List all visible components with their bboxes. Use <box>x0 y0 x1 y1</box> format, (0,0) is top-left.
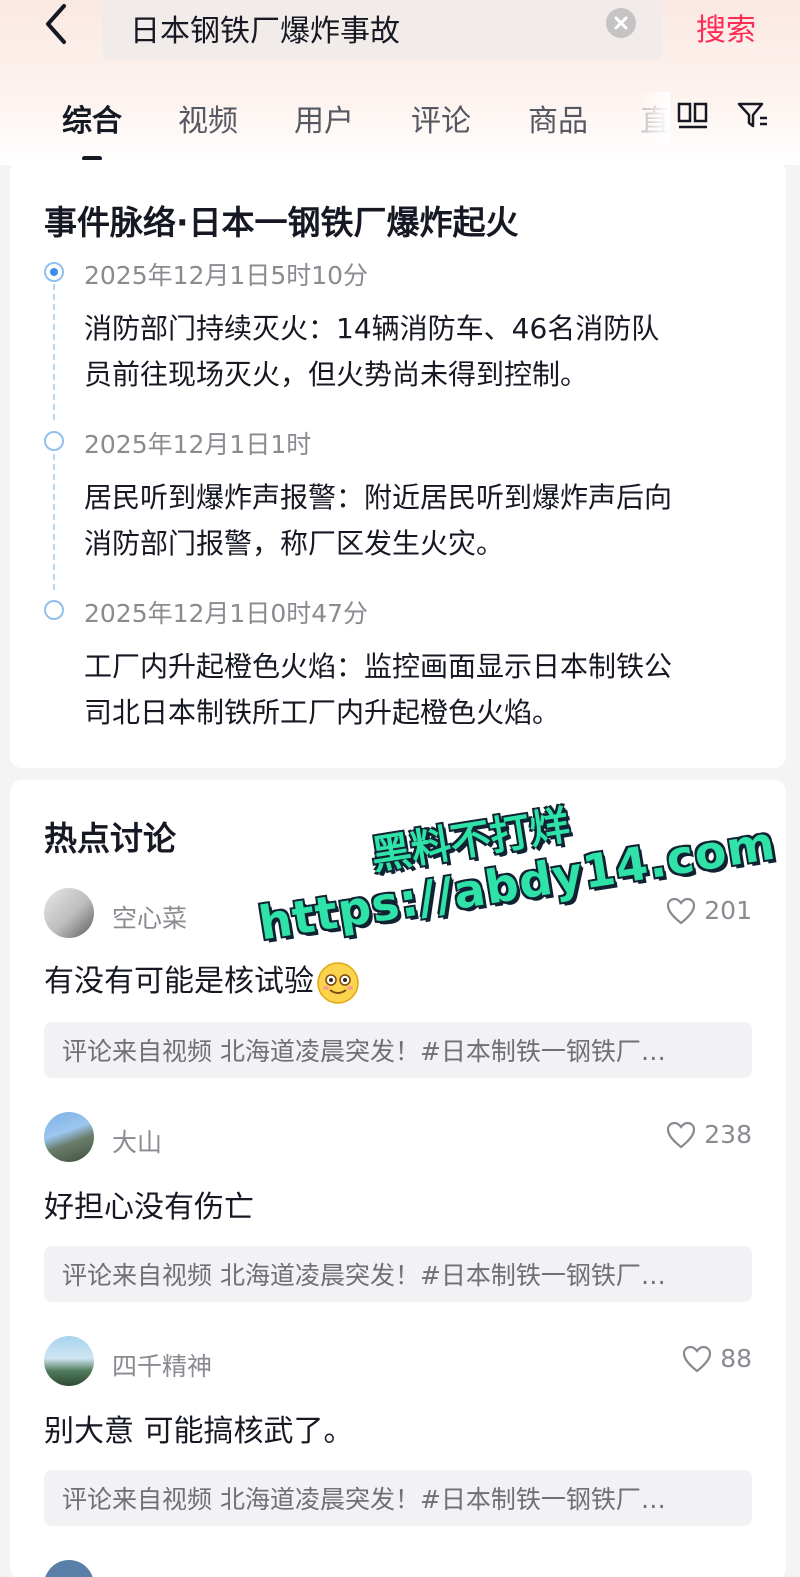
avatar[interactable] <box>44 1336 94 1386</box>
like-button[interactable]: 88 <box>682 1344 752 1373</box>
timeline-time: 2025年12月1日5时10分 <box>84 261 369 290</box>
like-button[interactable]: 201 <box>666 896 752 925</box>
event-text-line: 工厂内升起橙色火焰：监控画面显示日本制铁公 <box>84 650 673 683</box>
comment-username[interactable]: 四千精神 <box>112 1347 212 1383</box>
tab-products[interactable]: 商品 <box>528 96 588 140</box>
search-query: 日本钢铁厂爆炸事故 <box>130 14 400 49</box>
timeline-event[interactable]: 消防部门持续灭火：14辆消防车、46名消防队 员前往现场灭火，但火势尚未得到控制… <box>84 306 754 398</box>
timeline-connector <box>53 454 55 590</box>
filter-button[interactable] <box>736 98 770 132</box>
dual-column-icon <box>677 102 708 129</box>
top-bar: 日本钢铁厂爆炸事故 搜索 综合 视频 用户 评论 商品 直 <box>0 0 800 165</box>
event-text-line: 消防部门持续灭火：14辆消防车、46名消防队 <box>84 312 660 345</box>
timeline-dot <box>44 600 64 620</box>
like-button[interactable]: 238 <box>666 1120 752 1149</box>
comment-source-link[interactable]: 评论来自视频 北海道凌晨突发！#日本制铁一钢铁厂… <box>44 1246 752 1302</box>
comment-source-link[interactable]: 评论来自视频 北海道凌晨突发！#日本制铁一钢铁厂… <box>44 1470 752 1526</box>
avatar[interactable] <box>44 888 94 938</box>
search-button[interactable]: 搜索 <box>696 5 756 49</box>
comment-username[interactable]: 大山 <box>112 1123 162 1159</box>
timeline-time: 2025年12月1日1时 <box>84 430 312 459</box>
timeline-dot-active <box>44 262 64 282</box>
event-text-line: 消防部门报警，称厂区发生火灾。 <box>84 527 505 560</box>
heart-icon <box>683 1345 712 1372</box>
smile-emoji-icon <box>317 961 359 1004</box>
tab-comments[interactable]: 评论 <box>411 96 471 140</box>
event-text-line: 员前往现场灭火，但火势尚未得到控制。 <box>84 358 589 391</box>
event-timeline-card: 事件脉络·日本一钢铁厂爆炸起火 2025年12月1日5时10分 消防部门持续灭火… <box>10 160 786 768</box>
back-arrow-icon <box>46 4 66 44</box>
event-text-line: 司北日本制铁所工厂内升起橙色火焰。 <box>84 696 561 729</box>
heart-icon <box>667 897 696 924</box>
comment-text: 有没有可能是核试验 <box>44 956 360 1005</box>
avatar[interactable] <box>44 1560 94 1577</box>
like-count: 201 <box>704 896 752 925</box>
like-count: 238 <box>704 1120 752 1149</box>
comment-text: 别大意 可能搞核武了。 <box>44 1414 354 1449</box>
like-count: 88 <box>720 1344 752 1373</box>
comment-source-link[interactable]: 评论来自视频 北海道凌晨突发！#日本制铁一钢铁厂… <box>44 1022 752 1078</box>
close-icon <box>614 16 628 30</box>
layout-toggle-button[interactable] <box>676 98 710 132</box>
tab-users[interactable]: 用户 <box>294 96 354 140</box>
tab-general[interactable]: 综合 <box>62 96 122 140</box>
heart-icon <box>667 1121 696 1148</box>
timeline-connector <box>53 284 55 420</box>
clear-search-button[interactable] <box>606 8 636 38</box>
timeline-title: 事件脉络·日本一钢铁厂爆炸起火 <box>44 203 519 242</box>
search-input[interactable]: 日本钢铁厂爆炸事故 <box>102 0 662 60</box>
timeline-time: 2025年12月1日0时47分 <box>84 599 369 628</box>
timeline-dot <box>44 431 64 451</box>
back-button[interactable] <box>36 2 80 46</box>
comment-text-content: 有没有可能是核试验 <box>44 964 314 999</box>
avatar[interactable] <box>44 1112 94 1162</box>
comment-text: 好担心没有伤亡 <box>44 1190 254 1225</box>
comment-username[interactable]: 空心菜 <box>112 899 187 935</box>
tab-videos[interactable]: 视频 <box>178 96 238 140</box>
section-title: 热点讨论 <box>44 819 176 858</box>
tab-fade <box>640 92 670 142</box>
filter-icon <box>737 102 767 128</box>
timeline-event[interactable]: 居民听到爆炸声报警：附近居民听到爆炸声后向 消防部门报警，称厂区发生火灾。 <box>84 475 754 567</box>
event-text-line: 居民听到爆炸声报警：附近居民听到爆炸声后向 <box>84 481 673 514</box>
timeline-event[interactable]: 工厂内升起橙色火焰：监控画面显示日本制铁公 司北日本制铁所工厂内升起橙色火焰。 <box>84 644 754 736</box>
